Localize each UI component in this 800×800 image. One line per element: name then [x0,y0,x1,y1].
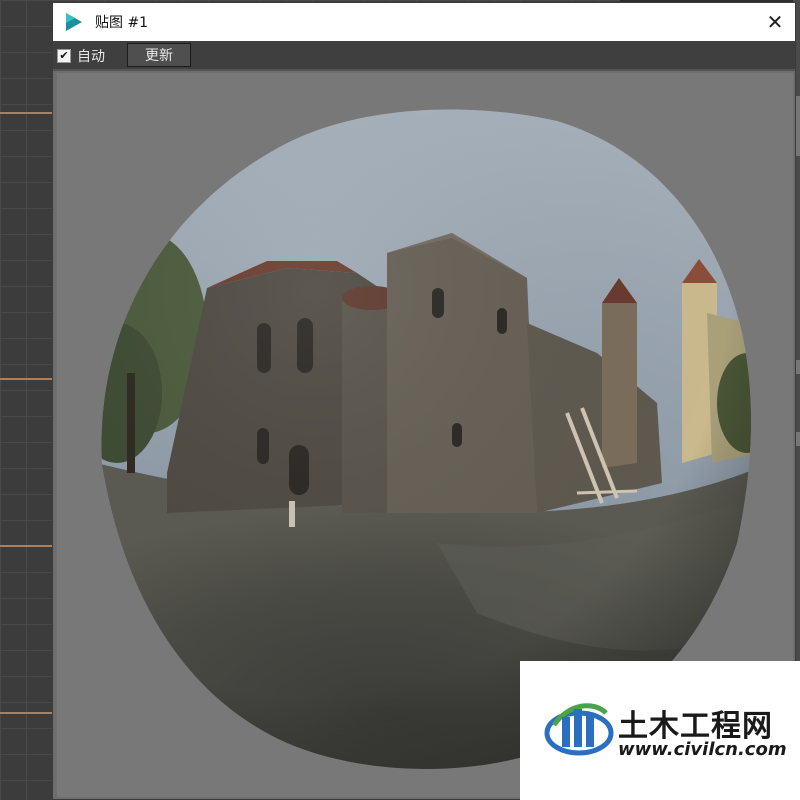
viewport-guide-line [0,712,52,714]
window-titlebar[interactable]: 贴图 #1 ✕ [53,3,795,41]
update-button[interactable]: 更新 [127,43,191,67]
auto-checkbox[interactable]: ✔ 自动 [57,46,105,66]
auto-label: 自动 [77,49,105,65]
checkbox-box[interactable]: ✔ [57,49,71,63]
close-icon: ✕ [766,10,784,34]
viewport-guide-line [0,378,52,380]
viewport-guide-line [0,545,52,547]
window-title: 贴图 #1 [95,15,149,31]
watermark-url: www.civilcn.com [618,739,787,760]
watermark: 土木工程网 www.civilcn.com [520,661,800,800]
viewport-guide-line [0,112,52,114]
close-button[interactable]: ✕ [759,6,791,38]
3dsmax-logo-icon [66,13,82,31]
window-toolbar: ✔ 自动 更新 [53,41,795,71]
checkmark-icon: ✔ [59,49,69,62]
civilcn-logo-icon [544,703,614,756]
